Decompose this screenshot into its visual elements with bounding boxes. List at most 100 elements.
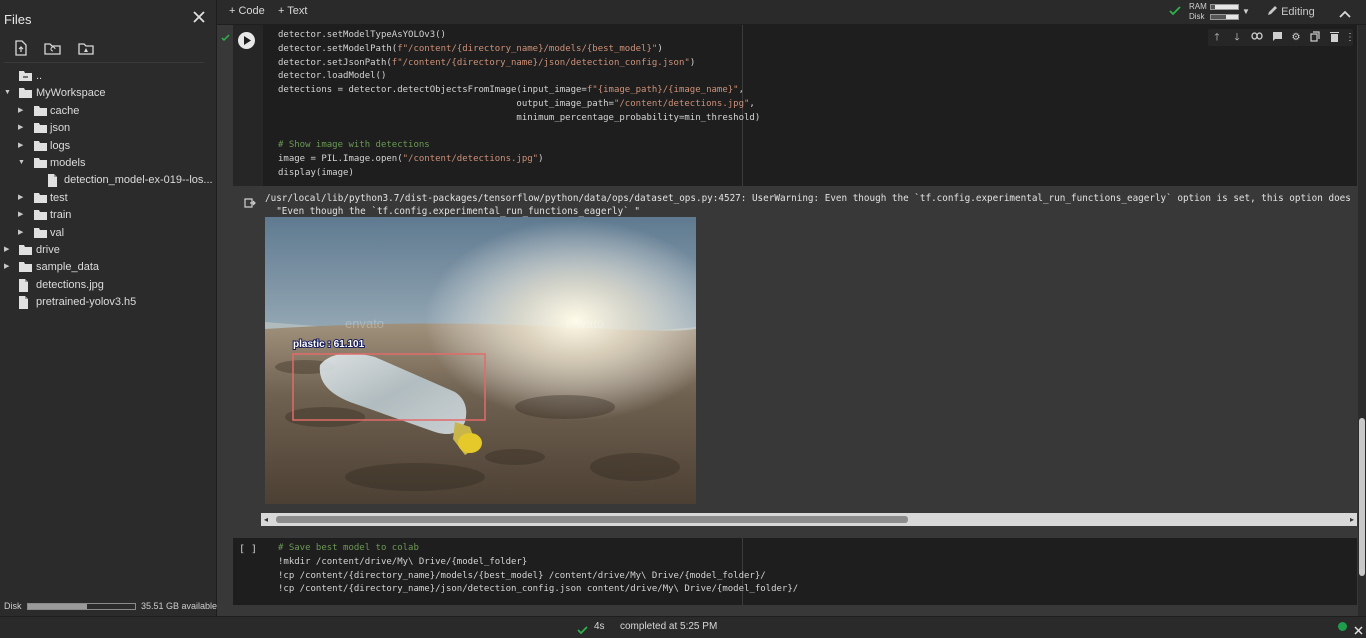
code-line: detector.setModelPath(f"/content/{direct… <box>278 43 663 54</box>
mount-drive-icon[interactable] <box>77 39 95 57</box>
disk-available-text: 35.51 GB available <box>141 601 218 611</box>
caret-right-icon[interactable]: ▶ <box>18 228 27 238</box>
tree-parent-item[interactable]: .. <box>0 68 217 85</box>
code-line: !cp /content/{directory_name}/models/{be… <box>278 570 766 581</box>
caret-right-icon[interactable]: ▶ <box>18 141 27 151</box>
notebook-area: detector.setModelTypeAsYOLOv3() detector.… <box>217 25 1358 616</box>
tree-folder-item[interactable]: ▶ logs <box>0 138 217 155</box>
scroll-left-icon[interactable]: ◂ <box>264 513 268 526</box>
folder-icon <box>19 244 32 256</box>
tree-item-label: detections.jpg <box>36 278 104 291</box>
tree-item-label: .. <box>36 70 43 82</box>
settings-gear-icon[interactable]: ⚙ <box>1290 31 1302 44</box>
caret-right-icon[interactable]: ▶ <box>18 123 27 133</box>
folder-icon <box>34 227 47 239</box>
caret-right-icon[interactable]: ▶ <box>18 106 27 116</box>
disk-label: Disk <box>1189 12 1205 21</box>
refresh-folder-icon[interactable] <box>44 39 62 57</box>
file-icon <box>18 278 31 292</box>
delete-icon[interactable] <box>1328 31 1340 44</box>
link-icon[interactable] <box>1251 31 1263 44</box>
upload-file-icon[interactable] <box>12 39 30 57</box>
resources-indicator[interactable]: RAM Disk ▼ <box>1169 2 1250 22</box>
move-down-icon[interactable]: 🡓 <box>1231 31 1243 44</box>
caret-down-icon[interactable]: ▼ <box>18 158 27 168</box>
tree-item-label: drive <box>36 243 60 256</box>
run-cell-button[interactable] <box>238 32 255 49</box>
code-editor[interactable]: # Save best model to colab !mkdir /conten… <box>278 542 798 597</box>
output-horizontal-scrollbar[interactable]: ◂ ▸ <box>261 513 1357 526</box>
caret-right-icon[interactable]: ▶ <box>18 210 27 220</box>
caret-right-icon[interactable]: ▶ <box>4 245 13 255</box>
close-icon[interactable] <box>191 9 207 25</box>
tree-file-item[interactable]: pretrained-yolov3.h5 <box>0 294 217 311</box>
caret-right-icon[interactable]: ▶ <box>18 193 27 203</box>
tree-item-label: models <box>50 156 86 169</box>
watermark-right: envato <box>565 316 604 331</box>
tree-file-item[interactable]: detection_model-ex-019--los... <box>0 172 217 189</box>
notebook-vertical-scrollbar[interactable] <box>1358 25 1366 616</box>
code-line: !cp /content/{directory_name}/json/detec… <box>278 584 799 595</box>
add-text-button[interactable]: + Text <box>278 5 307 17</box>
code-cell-detection[interactable]: detector.setModelTypeAsYOLOv3() detector.… <box>233 25 1357 186</box>
tree-folder-item[interactable]: ▶ val <box>0 225 217 242</box>
connection-status-dot <box>1338 622 1347 631</box>
execution-time: 4s <box>594 621 605 632</box>
files-sidebar: Files .. ▼ MyWorkspace ▶ cache ▶ json ▶ logs ▼ mo… <box>0 0 217 616</box>
folder-icon <box>34 209 47 221</box>
scrollbar-thumb[interactable] <box>276 516 908 523</box>
tree-folder-item[interactable]: ▶ cache <box>0 103 217 120</box>
cell-output: /usr/local/lib/python3.7/dist-packages/t… <box>233 186 1357 526</box>
tree-folder-item[interactable]: ▶ test <box>0 190 217 207</box>
code-line: # Save best model to colab <box>278 543 419 553</box>
add-code-button[interactable]: + Code <box>229 5 265 17</box>
close-status-icon[interactable] <box>1354 622 1363 638</box>
folder-icon <box>19 261 32 273</box>
code-line: detector.setJsonPath(f"/content/{directo… <box>278 57 696 68</box>
tree-folder-item[interactable]: ▶ drive <box>0 242 217 259</box>
editing-mode-button[interactable]: Editing <box>1267 5 1315 18</box>
caret-down-icon[interactable]: ▼ <box>4 88 13 98</box>
tree-folder-item[interactable]: ▼ MyWorkspace <box>0 85 217 102</box>
scrollbar-thumb[interactable] <box>1359 418 1365 576</box>
completion-status[interactable]: completed at 5:25 PM <box>620 621 717 632</box>
folder-icon <box>34 105 47 117</box>
tree-folder-item[interactable]: ▶ json <box>0 120 217 137</box>
code-line: !mkdir /content/drive/My\ Drive/{model_f… <box>278 556 528 567</box>
tree-item-label: json <box>50 122 71 135</box>
mirror-cell-icon[interactable] <box>1309 31 1321 44</box>
tree-item-label: test <box>50 191 68 204</box>
notebook-toolbar: + Code + Text RAM Disk ▼ Editing <box>217 0 1366 25</box>
code-cell-save-model[interactable]: [ ] # Save best model to colab !mkdir /co… <box>233 538 1357 605</box>
folder-icon <box>34 140 47 152</box>
dropdown-icon[interactable]: ▼ <box>1242 7 1250 16</box>
code-editor[interactable]: detector.setModelTypeAsYOLOv3() detector.… <box>278 29 760 181</box>
ram-bar <box>1210 4 1239 10</box>
scroll-right-icon[interactable]: ▸ <box>1350 513 1354 526</box>
disk-label: Disk <box>4 601 22 611</box>
caret-right-icon[interactable]: ▶ <box>4 262 13 272</box>
more-options-icon[interactable]: ⋮ <box>1345 31 1355 44</box>
disk-usage: Disk 35.51 GB available <box>4 601 218 613</box>
file-icon <box>47 174 60 188</box>
comment-icon[interactable] <box>1271 31 1283 44</box>
execution-count[interactable]: [ ] <box>239 544 257 555</box>
disk-fill <box>1211 15 1226 19</box>
tree-file-item[interactable]: detections.jpg <box>0 277 217 294</box>
output-redirect-icon[interactable] <box>244 196 256 208</box>
warning-line-1: /usr/local/lib/python3.7/dist-packages/t… <box>265 193 1351 204</box>
tree-folder-item[interactable]: ▶ train <box>0 207 217 224</box>
code-line: minimum_percentage_probability=min_thres… <box>278 112 761 123</box>
tree-folder-item[interactable]: ▼ models <box>0 155 217 172</box>
move-up-icon[interactable]: 🡑 <box>1211 31 1223 44</box>
collapse-header-icon[interactable] <box>1339 6 1351 24</box>
status-bar: 4s completed at 5:25 PM <box>0 616 1366 638</box>
tree-item-label: MyWorkspace <box>36 87 106 100</box>
warning-line-2: "Even though the `tf.config.experimental… <box>265 206 641 217</box>
code-line: output_image_path="/content/detections.j… <box>278 98 755 109</box>
sidebar-divider <box>4 62 204 63</box>
detection-label: plastic : 61.101 <box>293 339 365 350</box>
detection-output-image: plastic : 61.101 envato envato <box>265 217 696 504</box>
warning-text: /usr/local/lib/python3.7/dist-packages/t… <box>265 192 1351 218</box>
tree-folder-item[interactable]: ▶ sample_data <box>0 259 217 276</box>
